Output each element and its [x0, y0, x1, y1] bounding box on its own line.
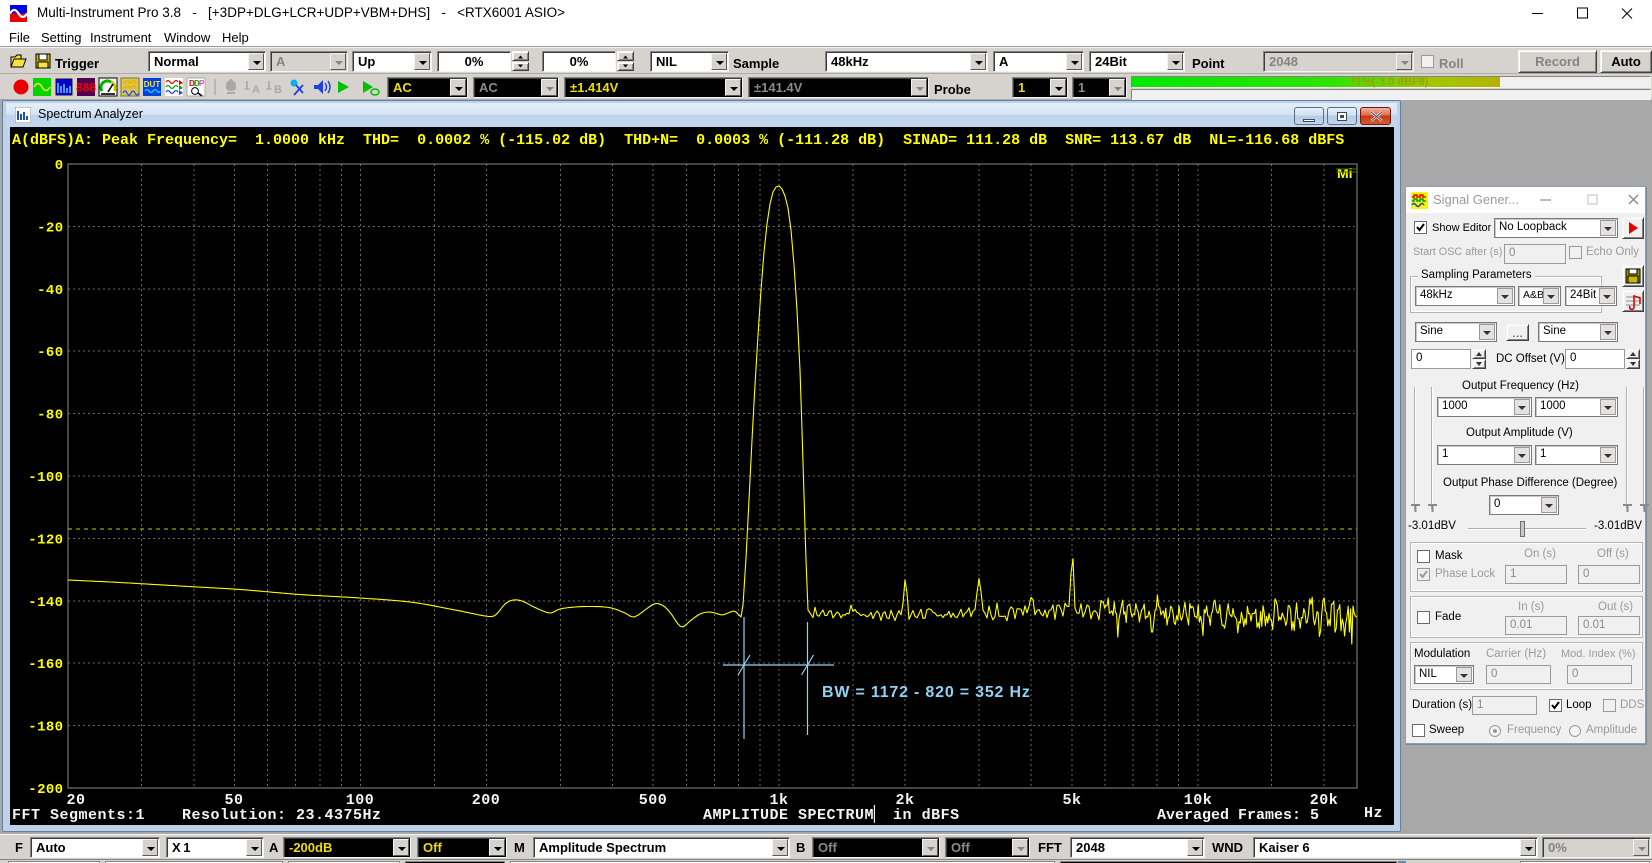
svg-text:AMPLITUDE SPECTRUM▏ in dBFS: AMPLITUDE SPECTRUM▏ in dBFS — [703, 804, 960, 824]
svg-text:888: 888 — [76, 81, 96, 95]
svg-text:B: B — [274, 84, 282, 96]
svg-text:FFT Segments:1: FFT Segments:1 — [12, 807, 145, 824]
svg-text:-100: -100 — [28, 470, 63, 486]
svg-text:0: 0 — [55, 158, 64, 174]
svg-text:P: P — [199, 79, 205, 88]
svg-text:5k: 5k — [1062, 792, 1081, 809]
svg-text:-40: -40 — [37, 283, 63, 299]
svg-text:DUT: DUT — [144, 80, 161, 89]
svg-text:A(dBFS)A: Peak Frequency= 1.0: A(dBFS)A: Peak Frequency= 1.0000 kHz THD… — [12, 132, 1344, 149]
svg-text:A: A — [252, 84, 260, 96]
svg-text:-60: -60 — [37, 345, 63, 361]
svg-text:-120: -120 — [28, 532, 63, 548]
svg-text:-160: -160 — [28, 657, 63, 673]
svg-text:-200: -200 — [28, 782, 63, 798]
svg-text:Averaged Frames: 5: Averaged Frames: 5 — [1157, 807, 1319, 824]
svg-text:Mi: Mi — [1337, 165, 1353, 181]
svg-text:BW = 1172 - 820 = 352 Hz: BW = 1172 - 820 = 352 Hz — [822, 684, 1031, 701]
svg-text:200: 200 — [472, 792, 501, 809]
svg-text:-140: -140 — [28, 595, 63, 611]
svg-text:Hz: Hz — [1364, 805, 1383, 822]
svg-text:Resolution: 23.4375Hz: Resolution: 23.4375Hz — [182, 807, 382, 824]
svg-text:-80: -80 — [37, 408, 63, 424]
svg-text:-180: -180 — [28, 720, 63, 736]
svg-text:-20: -20 — [37, 220, 63, 236]
svg-text:500: 500 — [639, 792, 668, 809]
